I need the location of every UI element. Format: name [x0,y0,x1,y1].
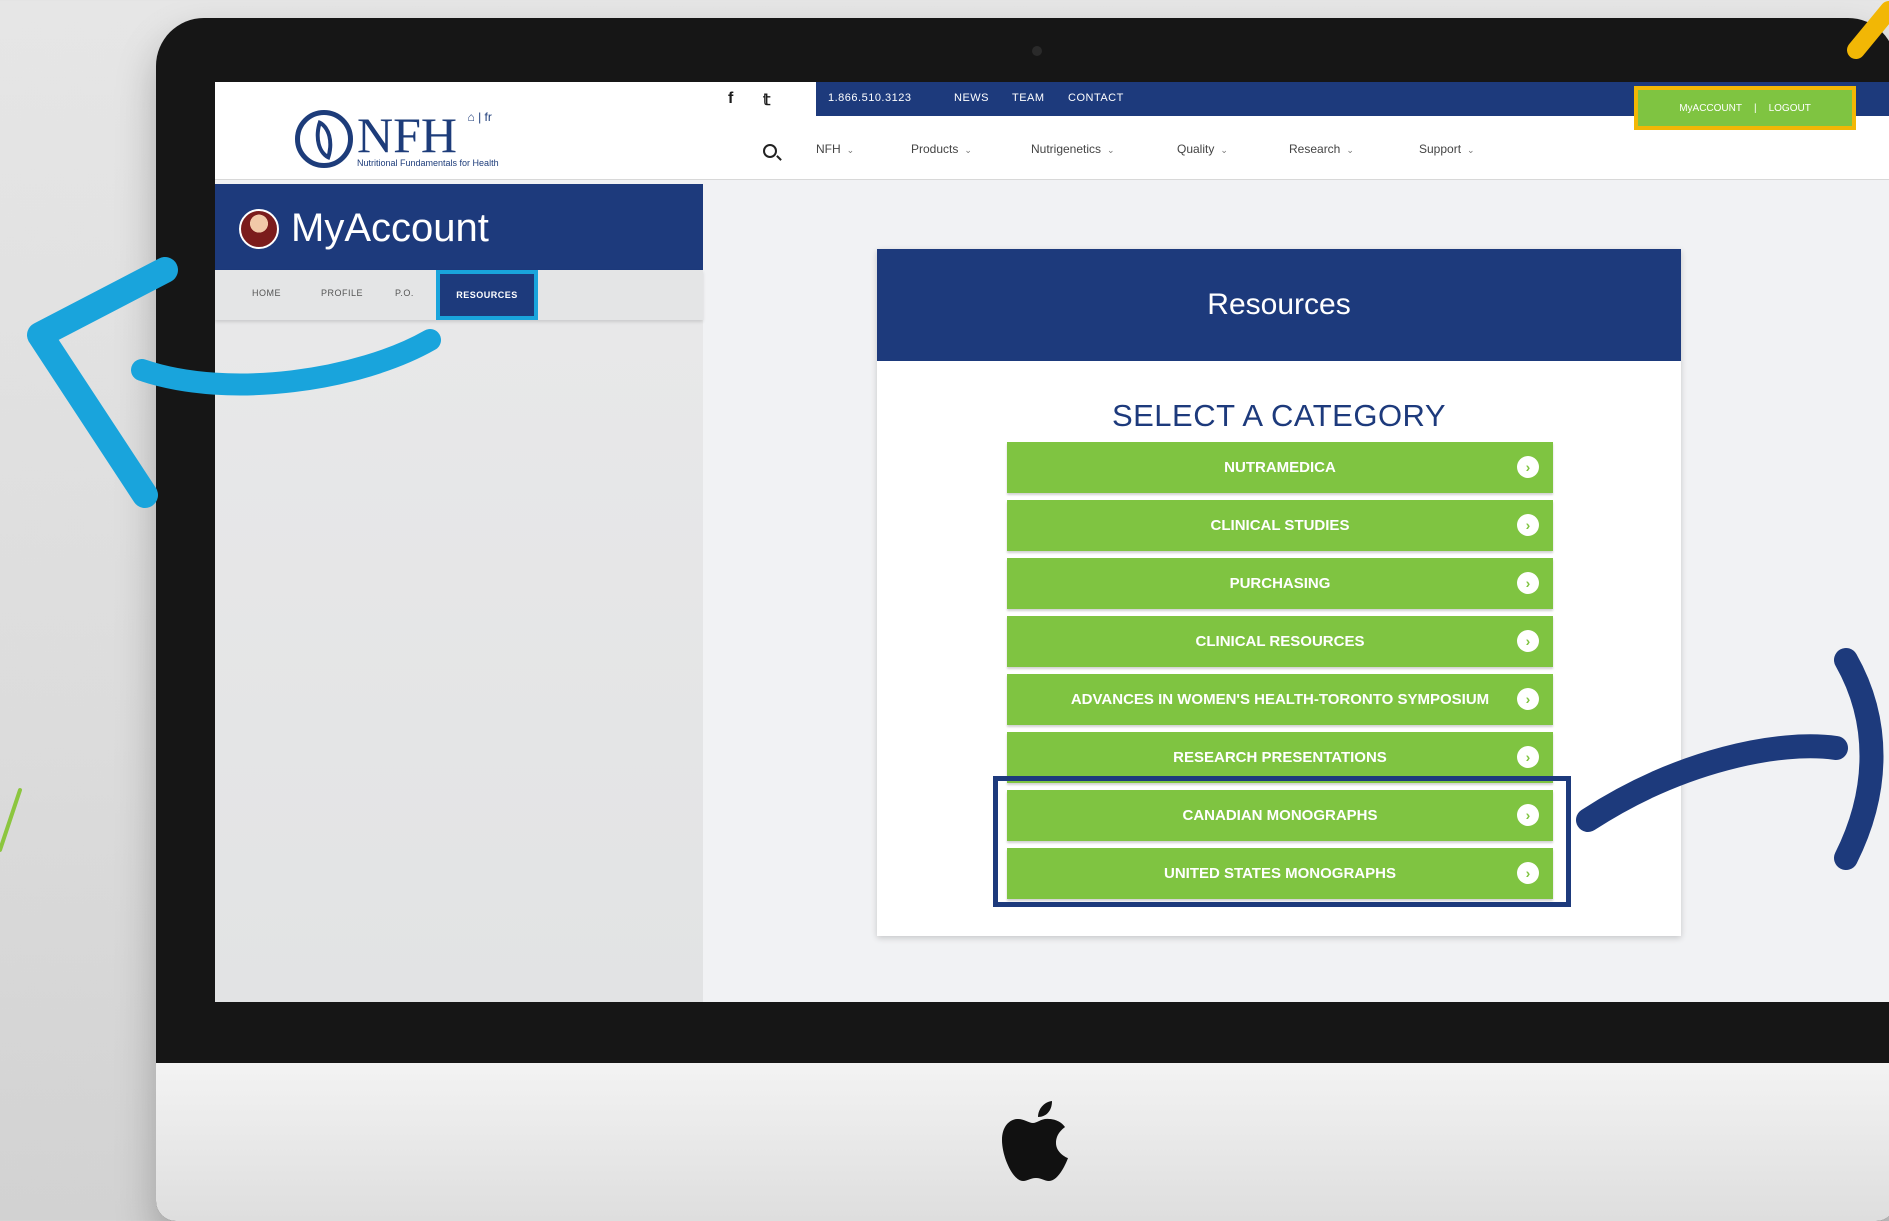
myaccount-link[interactable]: MyACCOUNT [1679,103,1742,114]
leaf-logo-icon [295,110,353,168]
chevron-right-icon: › [1517,630,1539,652]
phone-number: 1.866.510.3123 [828,92,912,104]
myaccount-title: MyAccount [291,206,489,250]
cyan-arrow-icon [27,257,178,508]
nav-item-support[interactable]: Support ⌄ [1419,142,1475,156]
category-purchasing-button[interactable]: PURCHASING › [1007,558,1553,609]
select-category-heading: SELECT A CATEGORY [1111,398,1447,433]
category-nutramedica-button[interactable]: NUTRAMEDICA › [1007,442,1553,493]
myaccount-header: MyAccount [215,184,703,270]
tab-resources[interactable]: RESOURCES [436,270,538,320]
nav-item-research[interactable]: Research ⌄ [1289,142,1354,156]
logo-subtitle: Nutritional Fundamentals for Health [357,158,499,168]
tab-profile[interactable]: PROFILE [321,288,363,298]
tab-po[interactable]: P.O. [395,288,414,298]
apple-logo-icon [1002,1101,1068,1181]
monographs-highlight-frame [993,776,1571,907]
chevron-right-icon: › [1517,572,1539,594]
nav-item-nutrigenetics[interactable]: Nutrigenetics ⌄ [1031,142,1115,156]
camera-icon [1032,46,1042,56]
news-link[interactable]: NEWS [954,92,989,104]
chevron-down-icon: ⌄ [1346,145,1354,155]
resources-header: Resources [877,249,1681,361]
category-clinical-resources-button[interactable]: CLINICAL RESOURCES › [1007,616,1553,667]
chevron-right-icon: › [1517,514,1539,536]
team-link[interactable]: TEAM [1012,92,1045,104]
myaccount-tabs: HOME PROFILE P.O. RESOURCES [215,270,703,320]
myaccount-sidebar: MyAccount HOME PROFILE P.O. RESOURCES [215,184,703,1002]
avatar[interactable] [239,209,279,249]
twitter-icon[interactable]: 𝕥 [763,90,770,110]
nav-item-nfh[interactable]: NFH ⌄ [816,142,854,156]
resources-title: Resources [1207,288,1351,321]
chevron-right-icon: › [1517,688,1539,710]
category-womens-health-symposium-button[interactable]: ADVANCES IN WOMEN'S HEALTH-TORONTO SYMPO… [1007,674,1553,725]
separator: | [1753,102,1757,114]
chevron-right-icon: › [1517,456,1539,478]
chevron-down-icon: ⌄ [1467,145,1475,155]
search-icon[interactable] [763,144,777,158]
nav-item-products[interactable]: Products ⌄ [911,142,972,156]
site-header: NFH ⌂ | fr Nutritional Fundamentals for … [215,82,1889,180]
tab-home[interactable]: HOME [252,288,281,298]
nav-item-quality[interactable]: Quality ⌄ [1177,142,1228,156]
facebook-icon[interactable]: f [728,90,733,108]
logout-link[interactable]: LOGOUT [1769,103,1811,114]
green-leaf-decoration [0,788,22,852]
contact-link[interactable]: CONTACT [1068,92,1124,104]
chevron-down-icon: ⌄ [846,145,855,155]
language-switch[interactable]: ⌂ | fr [467,110,491,124]
chevron-down-icon: ⌄ [964,145,972,155]
account-logout-box: MyACCOUNT | LOGOUT [1634,86,1856,130]
chevron-down-icon: ⌄ [1107,145,1115,155]
chevron-right-icon: › [1517,746,1539,768]
category-clinical-studies-button[interactable]: CLINICAL STUDIES › [1007,500,1553,551]
logo-title: NFH [357,107,458,163]
nfh-logo[interactable]: NFH ⌂ | fr Nutritional Fundamentals for … [295,104,585,174]
chevron-down-icon: ⌄ [1220,145,1228,155]
